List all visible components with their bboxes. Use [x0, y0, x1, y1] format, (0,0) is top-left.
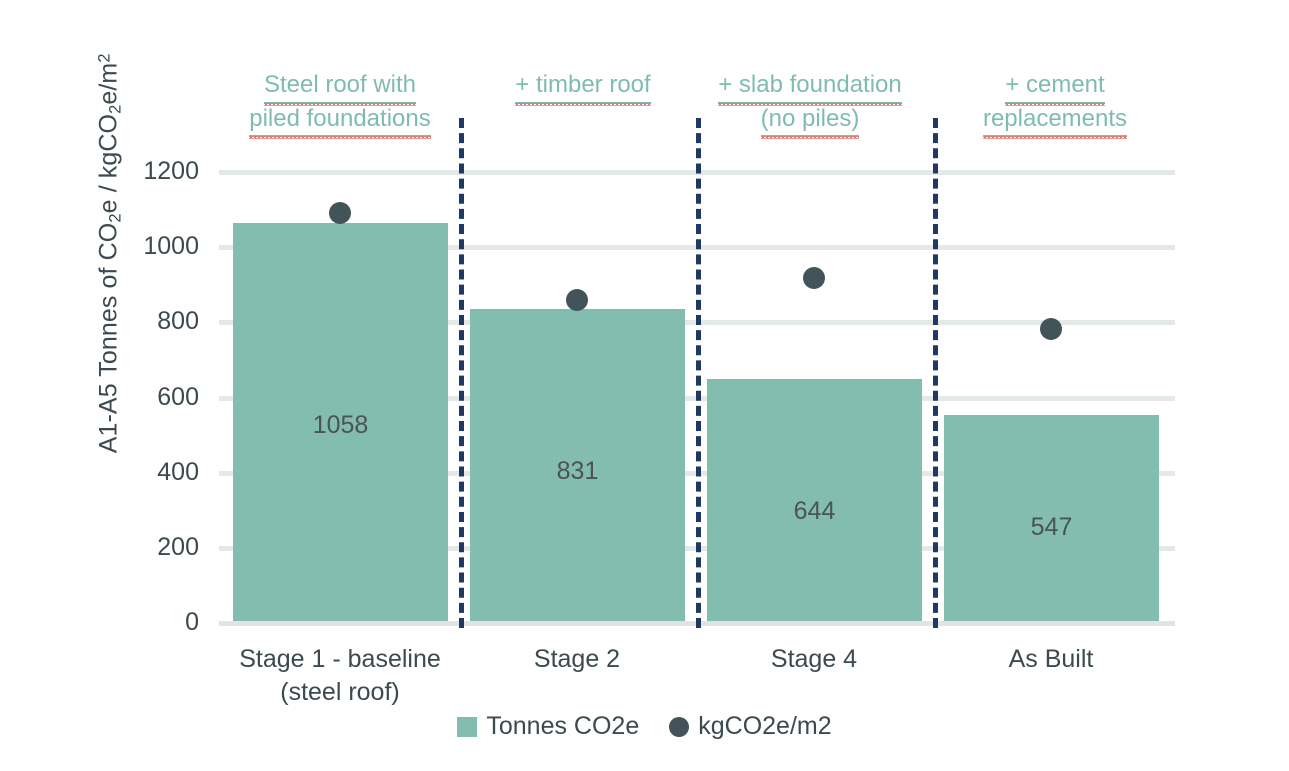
legend-circle-icon: [669, 716, 690, 737]
y-axis-title-sup: 2: [95, 53, 114, 63]
legend-square-icon: [457, 716, 478, 737]
bar-value-stage-1: 1058: [312, 411, 369, 439]
y-axis-title-suffix: e/m: [94, 62, 123, 105]
bar-stage-2[interactable]: 831: [470, 309, 685, 621]
y-tick-200: 200: [157, 533, 199, 561]
annotation-as-built: + cement replacements: [940, 70, 1170, 140]
x-label-stage-1-line-2: (steel roof): [280, 677, 400, 706]
annotation-as-built-line-1: + cement: [1005, 70, 1106, 106]
plot-area: 1200 1000 800 600 400 200 0 1058 831 644…: [143, 118, 1175, 642]
annotation-stage-4-line-2: (no piles): [760, 104, 860, 140]
x-label-stage-4: Stage 4: [689, 643, 939, 676]
bar-value-stage-2: 831: [556, 457, 599, 485]
legend-label-tonnes-co2e: Tonnes CO2e: [486, 712, 640, 740]
stage-divider-2: [696, 118, 701, 628]
data-point-stage-2[interactable]: [566, 289, 588, 311]
legend-item-tonnes-co2e[interactable]: Tonnes CO2e: [457, 712, 639, 741]
bar-as-built[interactable]: 547: [944, 415, 1159, 621]
y-tick-800: 800: [157, 307, 199, 335]
data-point-stage-1[interactable]: [329, 202, 351, 224]
annotation-stage-2: + timber roof: [468, 70, 698, 106]
annotation-stage-4: + slab foundation (no piles): [690, 70, 930, 140]
chart-legend: Tonnes CO2e kgCO2e/m2: [0, 712, 1289, 741]
y-axis-title-sub1: 2: [106, 213, 125, 223]
bar-value-stage-4: 644: [793, 497, 836, 525]
stage-divider-1: [459, 118, 464, 628]
legend-label-kgco2e-m2: kgCO2e/m2: [698, 712, 832, 740]
annotation-stage-1-line-2: piled foundations: [249, 104, 432, 140]
x-label-stage-2-line-1: Stage 2: [533, 645, 621, 673]
annotation-stage-4-line-1: + slab foundation: [718, 70, 903, 106]
y-tick-400: 400: [157, 458, 199, 486]
x-label-as-built-line-1: As Built: [1008, 645, 1094, 673]
annotation-as-built-line-2: replacements: [982, 104, 1128, 140]
legend-item-kgco2e-m2[interactable]: kgCO2e/m2: [669, 712, 832, 741]
bar-stage-1[interactable]: 1058: [233, 223, 448, 621]
x-label-as-built: As Built: [926, 643, 1176, 676]
x-label-stage-1-line-1: Stage 1 - baseline: [239, 645, 441, 673]
y-tick-0: 0: [185, 608, 199, 636]
chart-canvas: A1-A5 Tonnes of CO2e / kgCO2e/m2 1200 10…: [0, 0, 1289, 771]
data-point-as-built[interactable]: [1040, 318, 1062, 340]
data-point-stage-4[interactable]: [803, 267, 825, 289]
y-tick-1200: 1200: [143, 157, 199, 185]
annotation-stage-1: Steel roof with piled foundations: [210, 70, 470, 140]
stage-divider-3: [933, 118, 938, 628]
annotation-stage-1-line-1: Steel roof with: [263, 70, 417, 106]
x-label-stage-1: Stage 1 - baseline (steel roof): [215, 643, 465, 708]
annotation-stage-2-line-1: + timber roof: [515, 70, 652, 106]
y-axis-title-sub2: 2: [106, 104, 125, 114]
bar-value-as-built: 547: [1030, 513, 1073, 541]
bar-stage-4[interactable]: 644: [707, 379, 922, 621]
x-label-stage-4-line-1: Stage 4: [770, 645, 858, 673]
x-label-stage-2: Stage 2: [452, 643, 702, 676]
y-tick-1000: 1000: [143, 232, 199, 260]
y-tick-600: 600: [157, 383, 199, 411]
